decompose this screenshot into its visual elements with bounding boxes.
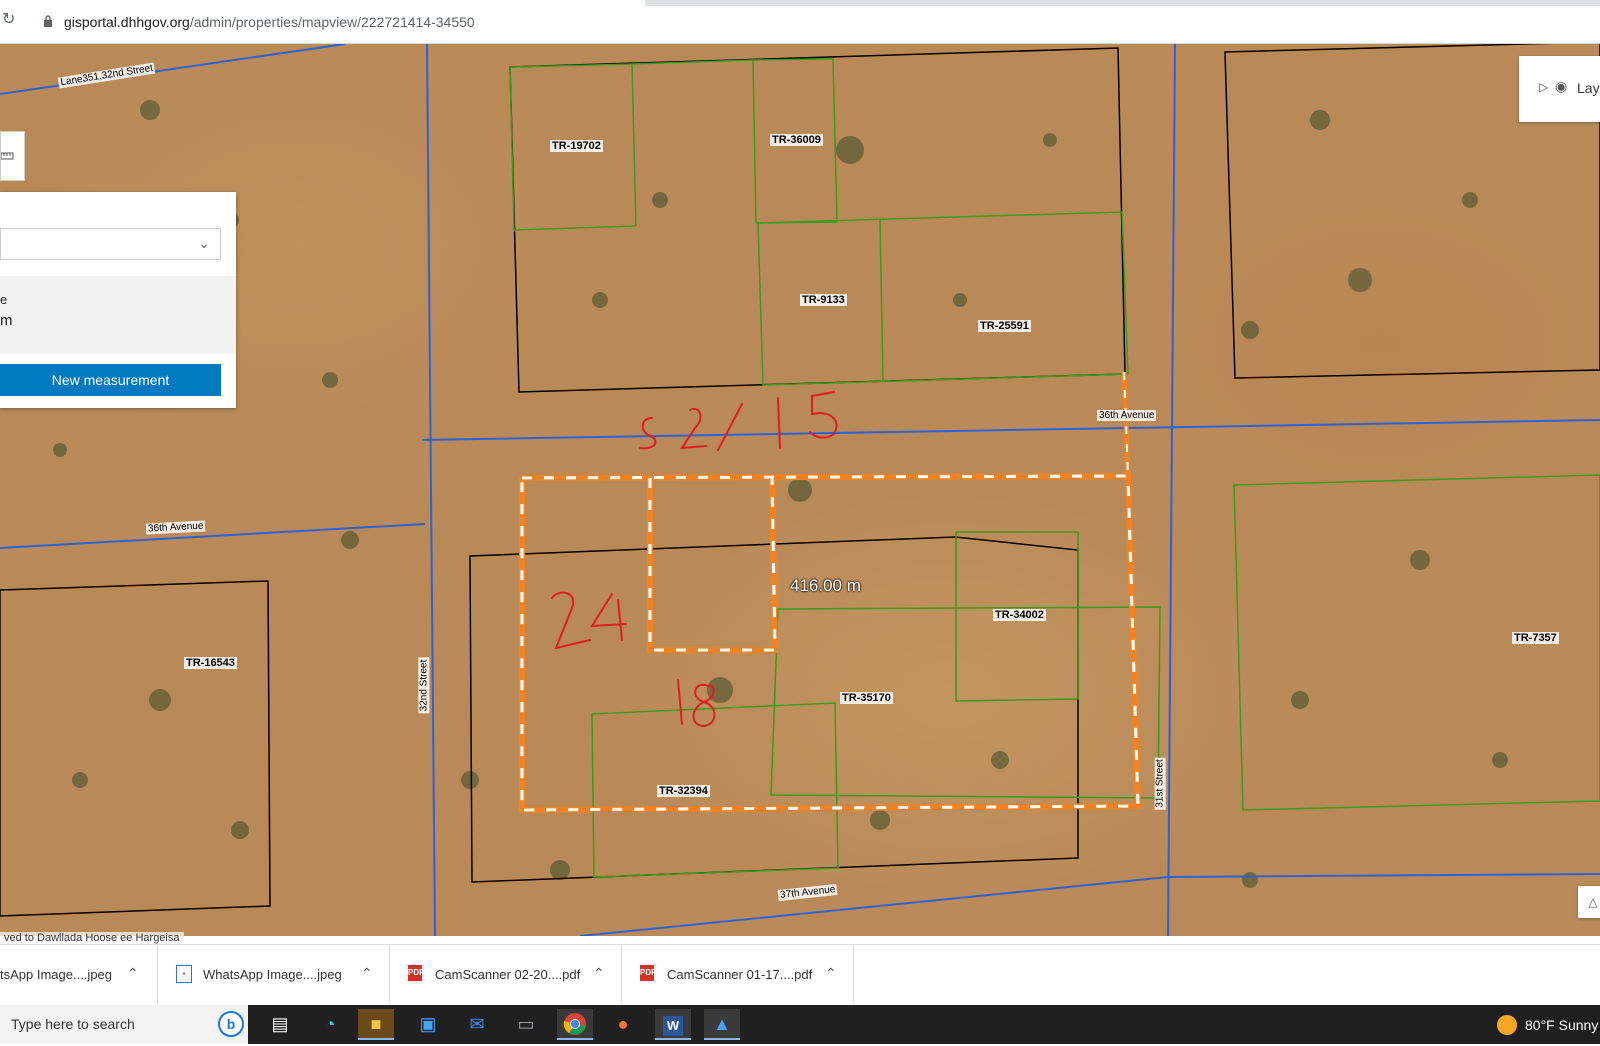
download-filename: CamScanner 01-17....pdf — [667, 967, 813, 982]
chevron-up-icon: △ — [1588, 895, 1598, 909]
sun-icon — [1497, 1015, 1517, 1035]
mail-icon[interactable]: ✉ — [459, 1009, 495, 1040]
download-filename: tsApp Image....jpeg — [0, 967, 113, 982]
weather-condition: Sunny — [1558, 1017, 1599, 1033]
result-value: m — [0, 312, 13, 329]
parcel-outlines-green — [509, 58, 1600, 878]
parcel-label[interactable]: TR-9133 — [800, 294, 847, 306]
handwritten-annotations — [551, 391, 838, 728]
layers-toggle[interactable]: ▷ ◉ Lay — [1519, 56, 1600, 122]
pdf-file-icon: PDF — [408, 965, 424, 981]
url-field[interactable]: gisportal.dhhgov.org/admin/properties/ma… — [64, 14, 475, 30]
measurement-result: e m — [0, 276, 236, 354]
download-item[interactable]: PDF CamScanner 02-20....pdf ⌃ — [390, 945, 622, 1006]
url-path: /admin/properties/mapview/222721414-3455… — [189, 14, 475, 30]
map-view[interactable]: TR-19702 TR-36009 TR-9133 TR-25591 TR-16… — [0, 44, 1600, 936]
image-file-icon: ▪ — [176, 965, 192, 983]
weather-text: 80°F Sunny — [1525, 1017, 1598, 1033]
parcel-label[interactable]: TR-35170 — [840, 692, 893, 704]
weather-temp: 80°F — [1525, 1017, 1555, 1033]
parcel-label[interactable]: TR-25591 — [978, 320, 1031, 332]
file-explorer-icon[interactable]: ■ — [358, 1009, 394, 1040]
download-item[interactable]: PDF CamScanner 01-17....pdf ⌃ — [622, 945, 854, 1006]
map-attribution: ved to Dawllada Hoose ee Hargeisa — [0, 932, 184, 944]
lock-icon[interactable] — [43, 15, 53, 27]
download-filename: CamScanner 02-20....pdf — [435, 967, 581, 982]
download-filename: WhatsApp Image....jpeg — [203, 967, 342, 982]
download-item[interactable]: tsApp Image....jpeg ⌃ — [0, 945, 158, 1006]
chrome-icon[interactable] — [557, 1009, 593, 1040]
download-item[interactable]: ▪ WhatsApp Image....jpeg ⌃ — [158, 945, 390, 1006]
vegetation — [53, 100, 1508, 888]
parcel-label[interactable]: TR-34002 — [993, 609, 1046, 621]
ruler-icon — [1, 152, 14, 160]
parcel-label[interactable]: TR-19702 — [550, 140, 603, 152]
measurement-value-label: 416.00 m — [790, 576, 861, 595]
parcel-label[interactable]: TR-36009 — [770, 134, 823, 146]
photos-icon[interactable]: ▲ — [704, 1009, 740, 1040]
expand-up-button[interactable]: △ — [1578, 886, 1600, 918]
taskbar-search[interactable]: Type here to search b — [0, 1005, 248, 1044]
app-unknown-icon[interactable]: ▭ — [508, 1009, 544, 1040]
measure-tool-button[interactable] — [0, 131, 25, 181]
parcel-label[interactable]: TR-7357 — [1512, 632, 1559, 644]
chevron-up-icon[interactable]: ⌃ — [593, 965, 605, 982]
eye-icon: ◉ — [1555, 78, 1568, 94]
unit-select[interactable]: ⌄ — [0, 228, 221, 260]
search-placeholder: Type here to search — [11, 1016, 135, 1032]
street-label: 31st Street — [1154, 757, 1166, 810]
map-overlay — [0, 44, 1600, 936]
edge-icon[interactable]: ◔ — [312, 1009, 348, 1040]
active-tab[interactable] — [0, 0, 645, 6]
measure-panel: ⌄ e m New measurement — [0, 192, 236, 408]
parcel-label[interactable]: TR-16543 — [184, 657, 237, 669]
url-host: gisportal.dhhgov.org — [64, 14, 190, 30]
microsoft-store-icon[interactable]: ▣ — [410, 1009, 446, 1040]
downloads-bar: tsApp Image....jpeg ⌃ ▪ WhatsApp Image..… — [0, 944, 1600, 1006]
task-view-icon[interactable]: ▤ — [262, 1009, 298, 1040]
firefox-icon[interactable]: ● — [605, 1009, 641, 1040]
pdf-file-icon: PDF — [640, 965, 656, 981]
result-label: e — [0, 292, 8, 307]
browser-address-bar: ↻ gisportal.dhhgov.org/admin/properties/… — [0, 0, 1600, 44]
caret-right-icon: ▷ — [1539, 80, 1549, 94]
street-label: 36th Avenue — [1097, 410, 1157, 421]
reload-icon[interactable]: ↻ — [2, 12, 18, 28]
layers-label: Lay — [1577, 80, 1600, 96]
chevron-down-icon: ⌄ — [198, 235, 210, 251]
chevron-up-icon[interactable]: ⌃ — [127, 965, 139, 982]
word-icon[interactable]: W — [655, 1009, 691, 1040]
street-label: 32nd Street — [418, 657, 430, 714]
parcel-label[interactable]: TR-32394 — [657, 785, 710, 797]
tab-strip — [0, 0, 1600, 6]
weather-widget[interactable]: 80°F Sunny — [1497, 1013, 1600, 1037]
new-measurement-button[interactable]: New measurement — [0, 364, 221, 396]
windows-taskbar: Type here to search b ▤ ◔ ■ ▣ ✉ ▭ ● W ▲ … — [0, 1005, 1600, 1044]
chevron-up-icon[interactable]: ⌃ — [825, 965, 837, 982]
bing-icon[interactable]: b — [218, 1011, 244, 1037]
chevron-up-icon[interactable]: ⌃ — [361, 965, 373, 982]
